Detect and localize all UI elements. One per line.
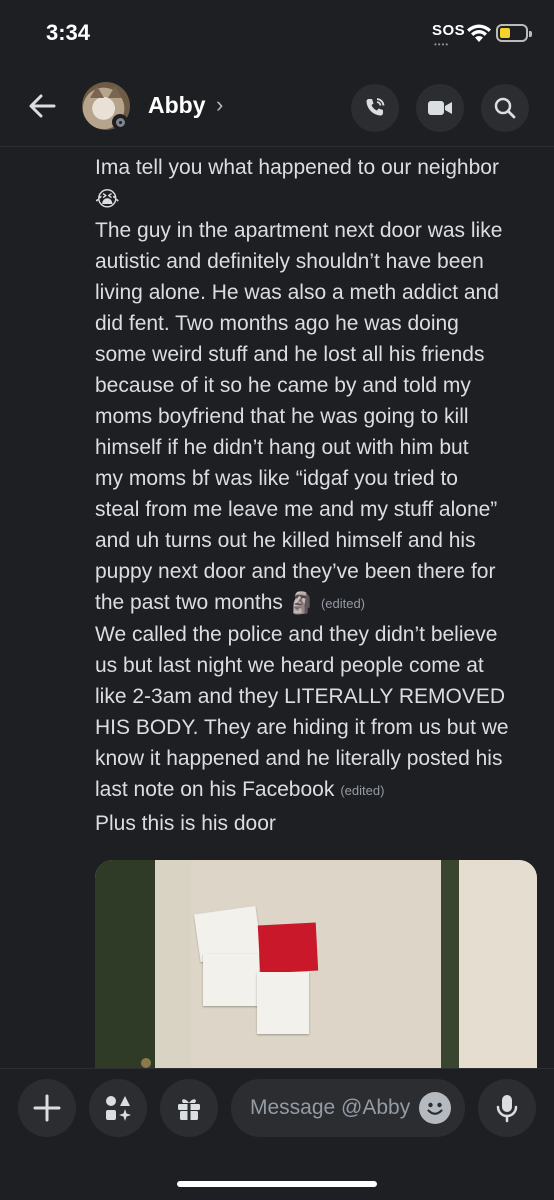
message-input[interactable]: Message @Abby: [231, 1079, 465, 1137]
message-line: last note on his Facebook (edited): [95, 774, 545, 806]
door-panel: [95, 860, 155, 1070]
message-line: moms boyfriend that he was going to kill: [95, 404, 469, 428]
edited-label: (edited): [340, 782, 385, 798]
message-line: Plus this is his door: [95, 811, 276, 835]
moai-emoji: 🗿: [288, 591, 315, 615]
message-line: Ima tell you what happened to our neighb…: [95, 156, 499, 179]
message-text: last note on his Facebook: [95, 777, 335, 801]
battery-icon: [496, 24, 532, 42]
message-line: us but last night we heard people come a…: [95, 653, 484, 677]
emoji-icon[interactable]: [419, 1092, 451, 1124]
apps-icon: [106, 1096, 131, 1121]
home-indicator: [177, 1181, 377, 1187]
voice-call-button[interactable]: [351, 84, 399, 132]
message-line: the past two months 🗿 (edited): [95, 587, 545, 619]
message-line: puppy next door and they’ve been there f…: [95, 559, 496, 583]
message-line: and uh turns out he killed himself and h…: [95, 528, 476, 552]
gift-icon: [178, 1099, 200, 1120]
taped-note: [203, 954, 259, 1006]
message-text: the past two months: [95, 590, 283, 614]
voice-message-button[interactable]: [478, 1079, 536, 1137]
phone-icon: [366, 98, 385, 116]
message-line: The guy in the apartment next door was l…: [95, 218, 503, 242]
status-time: 3:34: [46, 20, 91, 45]
smiley-face: [427, 1102, 443, 1115]
door-jamb: [441, 860, 459, 1070]
message-line: steal from me leave me and my stuff alon…: [95, 497, 498, 521]
door-knob: [141, 1058, 151, 1068]
microphone-icon: [496, 1095, 518, 1123]
message-line: like 2-3am and they LITERALLY REMOVED: [95, 684, 506, 708]
gift-button[interactable]: [160, 1079, 218, 1137]
taped-note: [257, 972, 309, 1034]
message-line: himself if he didn’t hang out with him b…: [95, 435, 469, 459]
message-line: my moms bf was like “idgaf you tried to: [95, 466, 458, 490]
video-camera-icon: [428, 101, 452, 115]
search-button[interactable]: [481, 84, 529, 132]
message-line: living alone. He was also a meth addict …: [95, 280, 499, 304]
loudly-crying-emoji: 😭: [95, 187, 120, 211]
sos-indicator: SOS: [432, 22, 466, 39]
dm-header: Abby ›: [0, 70, 554, 147]
message-line: because of it so he came by and told my: [95, 373, 471, 397]
contact-name[interactable]: Abby: [148, 92, 206, 119]
taped-red-paper: [257, 922, 319, 974]
add-attachment-button[interactable]: [18, 1079, 76, 1137]
video-call-button[interactable]: [416, 84, 464, 132]
message-group: Ima tell you what happened to our neighb…: [95, 152, 545, 839]
message-input-placeholder: Message @Abby: [250, 1096, 410, 1119]
message-line: We called the police and they didn’t bel…: [95, 622, 498, 646]
wifi-icon: [467, 24, 491, 42]
apps-button[interactable]: [89, 1079, 147, 1137]
plus-icon: [33, 1094, 61, 1122]
message-line: know it happened and he literally posted…: [95, 746, 503, 770]
status-bar: 3:34 SOS ••••: [0, 0, 554, 70]
edited-label: (edited): [320, 595, 366, 611]
message-line: did fent. Two months ago he was doing: [95, 311, 459, 335]
message-line: some weird stuff and he lost all his fri…: [95, 342, 485, 366]
offline-status-icon: [112, 114, 128, 130]
back-arrow-icon[interactable]: [26, 90, 58, 122]
wall: [459, 860, 537, 1070]
message-line: HIS BODY. They are hiding it from us but…: [95, 715, 509, 739]
chevron-right-icon[interactable]: ›: [216, 92, 223, 118]
message-line: 😭: [95, 183, 545, 215]
message-line: autistic and definitely shouldn’t have b…: [95, 249, 484, 273]
door-frame: [155, 860, 193, 1070]
image-attachment[interactable]: [95, 860, 537, 1070]
signal-dots: ••••: [434, 40, 450, 49]
search-icon: [494, 97, 516, 119]
